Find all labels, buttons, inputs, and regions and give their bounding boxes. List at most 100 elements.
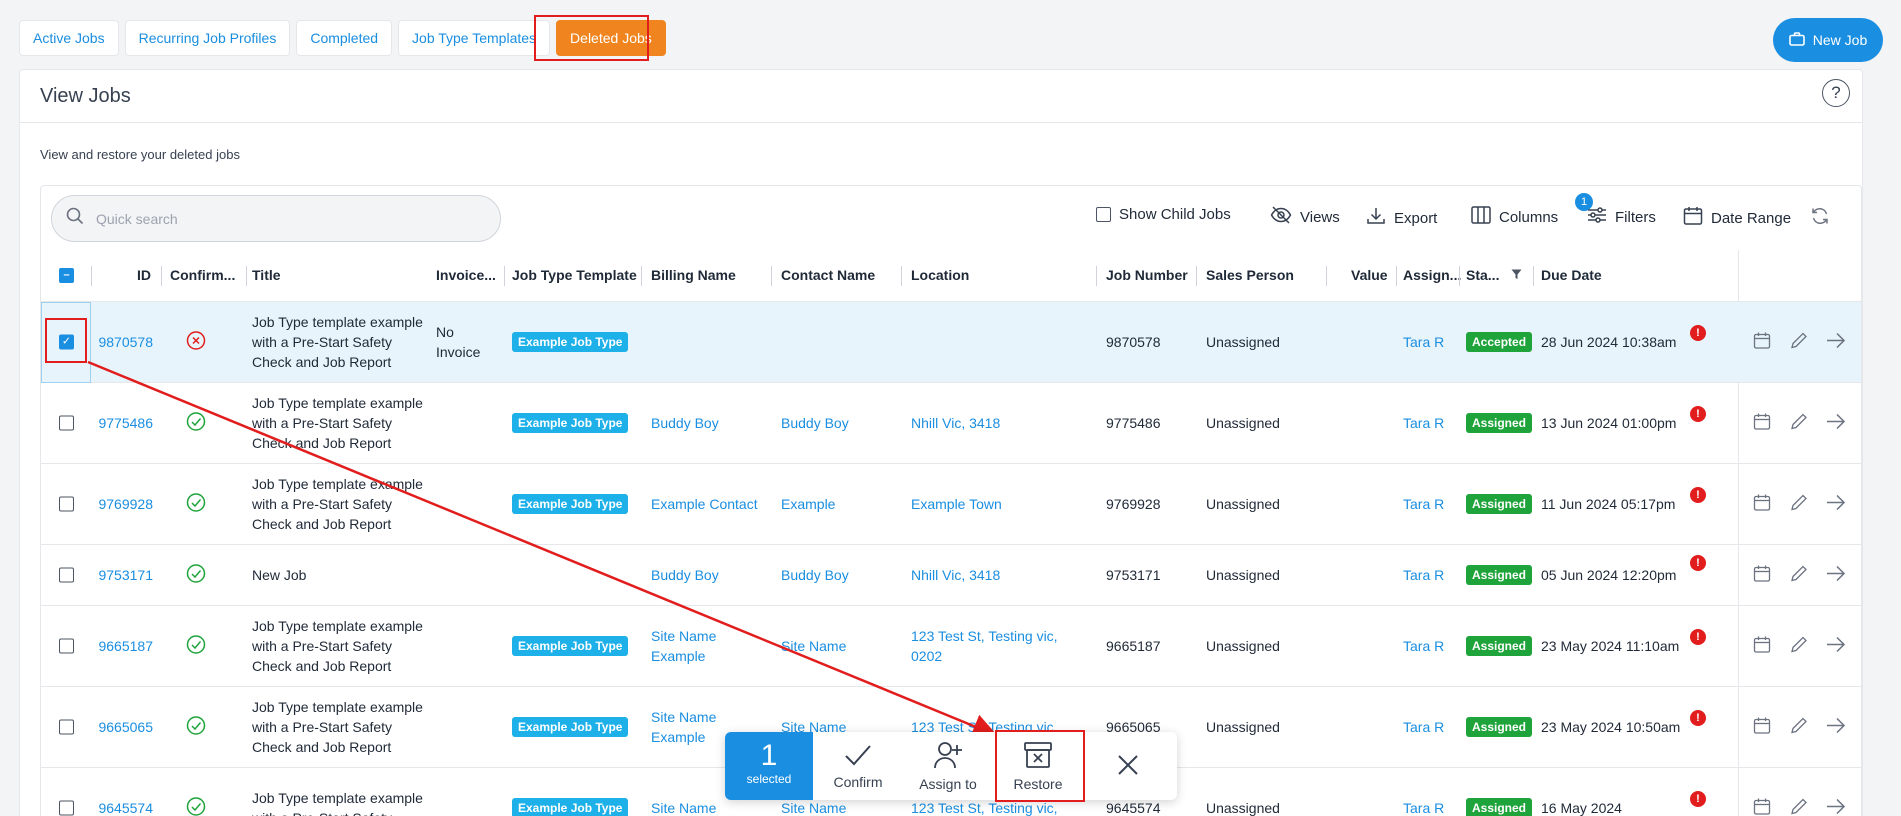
edit-pencil-icon[interactable] <box>1790 565 1808 586</box>
column-header-job-type-template[interactable]: Job Type Template <box>512 267 637 283</box>
help-icon[interactable]: ? <box>1822 79 1850 107</box>
row-checkbox-box[interactable] <box>59 496 74 512</box>
tab-job-type-templates[interactable]: Job Type Templates <box>398 20 551 56</box>
open-arrow-icon[interactable] <box>1826 494 1846 515</box>
job-id-link[interactable]: 9665187 <box>87 638 153 654</box>
assigned-user-link[interactable]: Tara R <box>1403 496 1444 512</box>
tab-active-jobs[interactable]: Active Jobs <box>19 20 119 56</box>
assigned-user-link[interactable]: Tara R <box>1403 719 1444 735</box>
contact-name-link[interactable]: Example <box>781 496 901 512</box>
column-header-sales-person[interactable]: Sales Person <box>1206 267 1294 283</box>
schedule-calendar-icon[interactable] <box>1753 798 1771 816</box>
table-row[interactable]: 9753171 New Job Buddy Boy Buddy Boy Nhill Vi… <box>41 545 1861 606</box>
views-button[interactable]: Views <box>1270 206 1340 228</box>
row-checkbox[interactable] <box>59 800 74 816</box>
open-arrow-icon[interactable] <box>1826 636 1846 657</box>
contact-name-link[interactable]: Site Name <box>781 638 901 654</box>
row-checkbox[interactable] <box>59 638 74 654</box>
schedule-calendar-icon[interactable] <box>1753 636 1771 657</box>
contact-name-link[interactable]: Buddy Boy <box>781 415 901 431</box>
column-header-title[interactable]: Title <box>252 267 281 283</box>
refresh-button[interactable] <box>1810 206 1830 230</box>
edit-pencil-icon[interactable] <box>1790 494 1808 515</box>
column-header-status[interactable]: Sta... <box>1466 267 1522 283</box>
column-header-assigned[interactable]: Assign... <box>1403 267 1461 283</box>
date-range-button[interactable]: Date Range <box>1683 206 1791 230</box>
export-button[interactable]: Export <box>1366 206 1437 230</box>
tab-completed[interactable]: Completed <box>296 20 393 56</box>
column-header-invoice[interactable]: Invoice... <box>436 267 496 283</box>
column-header-due-date[interactable]: Due Date <box>1541 267 1602 283</box>
billing-name-link[interactable]: Buddy Boy <box>651 413 771 433</box>
location-link[interactable]: Nhill Vic, 3418 <box>911 565 1071 585</box>
row-checkbox[interactable] <box>59 496 74 512</box>
schedule-calendar-icon[interactable] <box>1753 717 1771 738</box>
location-link[interactable]: Example Town <box>911 494 1071 514</box>
schedule-calendar-icon[interactable] <box>1753 565 1771 586</box>
location-link[interactable]: Nhill Vic, 3418 <box>911 413 1071 433</box>
show-child-jobs-checkbox[interactable] <box>1096 207 1111 222</box>
column-header-billing-name[interactable]: Billing Name <box>651 267 736 283</box>
job-id-link[interactable]: 9775486 <box>87 415 153 431</box>
row-checkbox-box[interactable] <box>59 415 74 431</box>
job-id-link[interactable]: 9870578 <box>87 334 153 350</box>
edit-pencil-icon[interactable] <box>1790 636 1808 657</box>
job-id-link[interactable]: 9753171 <box>87 567 153 583</box>
billing-name-link[interactable]: Example Contact <box>651 494 771 514</box>
row-checkbox[interactable] <box>59 719 74 735</box>
row-checkbox-box[interactable] <box>59 567 74 583</box>
billing-name-link[interactable]: Site Name <box>651 798 771 816</box>
row-checkbox[interactable] <box>59 415 74 431</box>
assigned-user-link[interactable]: Tara R <box>1403 800 1444 816</box>
edit-pencil-icon[interactable] <box>1790 332 1808 353</box>
job-id-link[interactable]: 9645574 <box>87 800 153 816</box>
assigned-user-link[interactable]: Tara R <box>1403 638 1444 654</box>
open-arrow-icon[interactable] <box>1826 717 1846 738</box>
column-header-location[interactable]: Location <box>911 267 969 283</box>
row-checkbox-box[interactable] <box>59 719 74 735</box>
assigned-user-link[interactable]: Tara R <box>1403 334 1444 350</box>
columns-button[interactable]: Columns <box>1471 206 1558 228</box>
edit-pencil-icon[interactable] <box>1790 798 1808 816</box>
table-row[interactable]: 9775486 Job Type template example with a … <box>41 383 1861 464</box>
billing-name-link[interactable]: Buddy Boy <box>651 565 771 585</box>
row-checkbox[interactable] <box>59 567 74 583</box>
contact-name-link[interactable]: Buddy Boy <box>781 567 901 583</box>
tab-recurring-job-profiles[interactable]: Recurring Job Profiles <box>124 20 291 56</box>
schedule-calendar-icon[interactable] <box>1753 494 1771 515</box>
row-checkbox-box[interactable] <box>59 800 74 816</box>
open-arrow-icon[interactable] <box>1826 332 1846 353</box>
assigned-user-link[interactable]: Tara R <box>1403 567 1444 583</box>
schedule-calendar-icon[interactable] <box>1753 332 1771 353</box>
search-input[interactable] <box>96 210 456 227</box>
open-arrow-icon[interactable] <box>1826 413 1846 434</box>
schedule-calendar-icon[interactable] <box>1753 413 1771 434</box>
filter-funnel-icon[interactable] <box>1511 267 1522 283</box>
table-row[interactable]: 9665187 Job Type template example with a … <box>41 606 1861 687</box>
row-checkbox-box[interactable] <box>59 638 74 654</box>
billing-name-link[interactable]: Site Name Example <box>651 626 771 666</box>
job-id-link[interactable]: 9665065 <box>87 719 153 735</box>
bulk-cancel-button[interactable] <box>1083 732 1173 800</box>
column-header-confirmed[interactable]: Confirm... <box>170 267 235 283</box>
table-row[interactable]: ✓ 9870578 Job Type template example with a… <box>41 302 1861 383</box>
edit-pencil-icon[interactable] <box>1790 717 1808 738</box>
edit-pencil-icon[interactable] <box>1790 413 1808 434</box>
open-arrow-icon[interactable] <box>1826 798 1846 816</box>
table-row[interactable]: 9769928 Job Type template example with a … <box>41 464 1861 545</box>
bulk-assign-button[interactable]: Assign to <box>903 732 993 800</box>
contact-name-link[interactable]: Site Name <box>781 800 901 816</box>
job-id-link[interactable]: 9769928 <box>87 496 153 512</box>
location-link[interactable]: 123 Test St, Testing vic, 0202 <box>911 626 1071 666</box>
column-header-value[interactable]: Value <box>1351 267 1388 283</box>
bulk-confirm-button[interactable]: Confirm <box>813 732 903 800</box>
open-arrow-icon[interactable] <box>1826 565 1846 586</box>
select-all-checkbox[interactable]: – <box>59 268 74 283</box>
column-header-id[interactable]: ID <box>137 267 151 283</box>
column-header-contact-name[interactable]: Contact Name <box>781 267 875 283</box>
assigned-user-link[interactable]: Tara R <box>1403 415 1444 431</box>
column-header-job-number[interactable]: Job Number <box>1106 267 1188 283</box>
new-job-button[interactable]: New Job <box>1773 18 1883 62</box>
show-child-jobs-toggle[interactable]: Show Child Jobs <box>1096 206 1231 223</box>
filters-button[interactable]: 1 Filters <box>1575 193 1656 228</box>
